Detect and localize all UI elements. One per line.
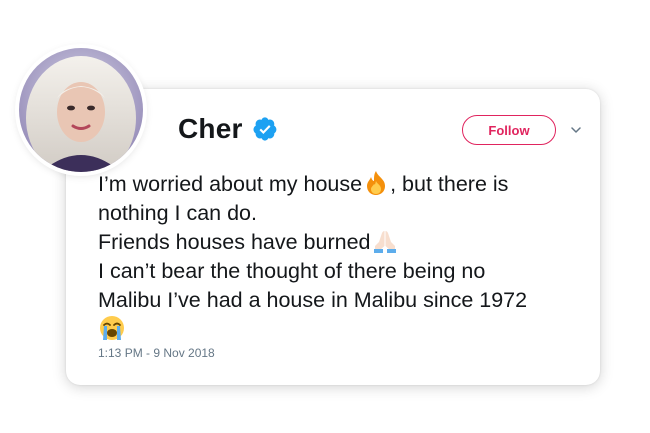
folded-hands-icon [373,231,396,253]
tweet-line: Malibu I’ve had a house in Malibu since … [98,288,528,312]
tweet-line: I can’t bear the thought of there being … [98,259,486,283]
tweet-text: I’m worried about my house, but there is… [98,170,588,344]
fire-icon [367,171,386,195]
verified-badge-icon [253,117,276,141]
tweet-screenshot: Cher Follow I’m worried about my house, … [0,0,650,433]
avatar[interactable] [19,48,143,172]
tweet-line: I’m worried about my house, but there is [98,171,509,196]
tweet-line: Friends houses have burned [98,228,588,257]
chevron-down-icon[interactable] [569,123,583,137]
follow-button[interactable]: Follow [462,115,556,145]
tweet-line: nothing I can do. [98,201,257,225]
timestamp[interactable]: 1:13 PM - 9 Nov 2018 [98,346,215,360]
tweet-line [98,315,588,344]
loudly-crying-face-icon [100,316,124,340]
author-name-row: Cher [178,113,278,145]
display-name[interactable]: Cher [178,113,243,145]
